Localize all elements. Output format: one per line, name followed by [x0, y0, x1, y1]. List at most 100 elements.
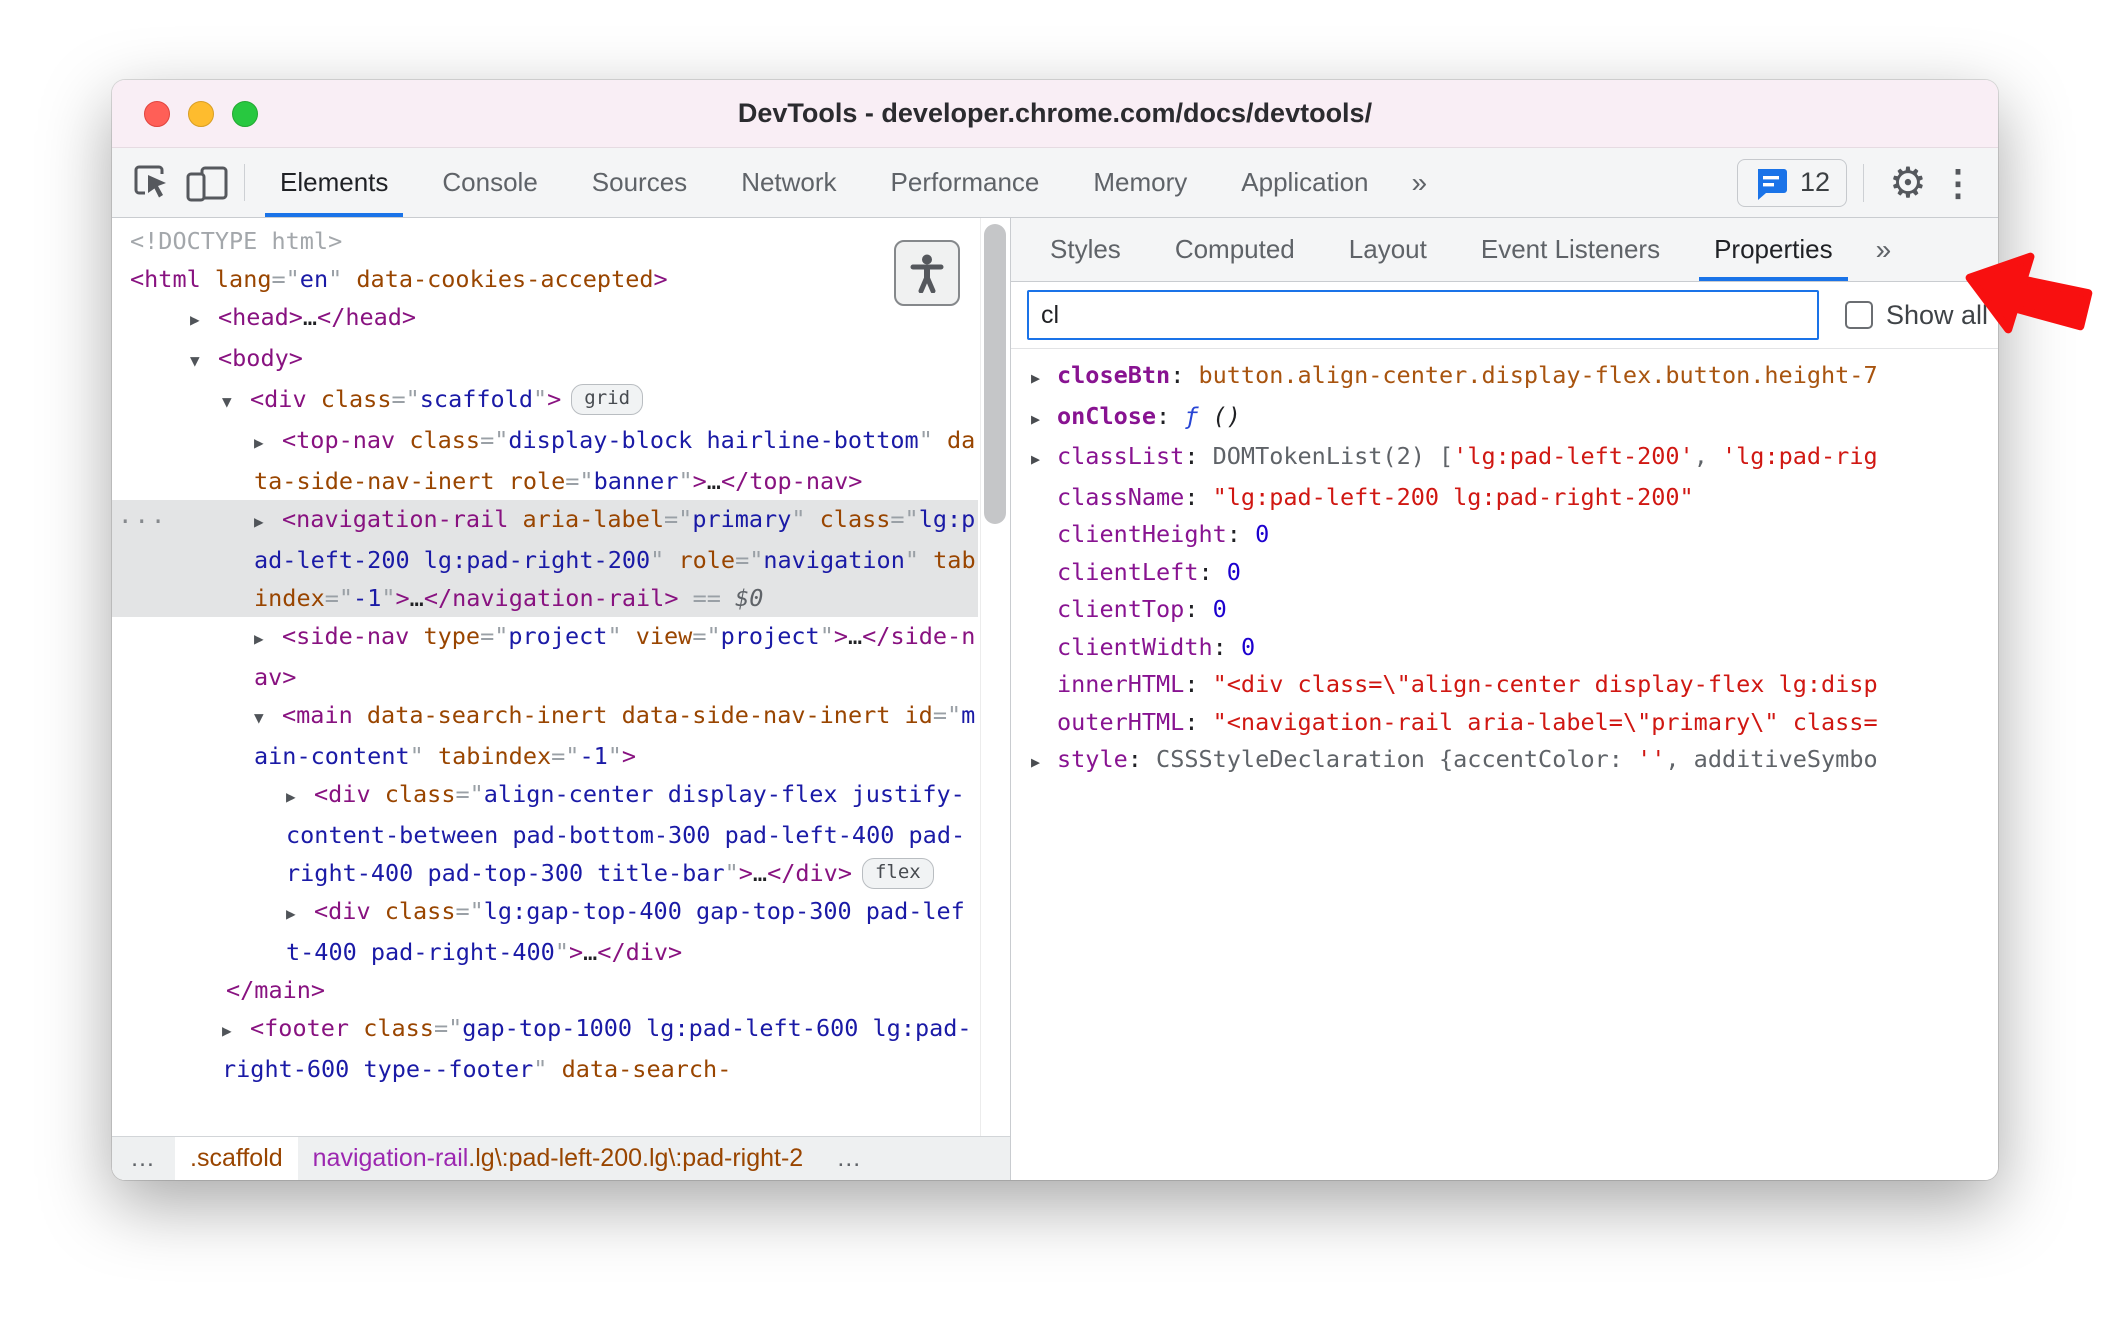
close-window-button[interactable]: [144, 100, 170, 127]
tab-application[interactable]: Application: [1214, 148, 1395, 217]
expander-icon[interactable]: ▶: [254, 620, 282, 658]
property-value: 'lg:pad-rig: [1722, 442, 1878, 470]
breadcrumb-overflow[interactable]: …: [112, 1137, 175, 1180]
dom-node[interactable]: ▼ <main data-search-inert data-side-nav-i…: [112, 696, 978, 775]
expander-icon[interactable]: ▶: [254, 503, 282, 541]
dom-node[interactable]: ▶ <side-nav type="project" view="project"…: [112, 617, 978, 696]
property-row[interactable]: ▶ onClose: ƒ (): [1011, 398, 1998, 439]
device-toolbar-icon[interactable]: [180, 148, 236, 217]
property-row[interactable]: ▶ classList: DOMTokenList(2) ['lg:pad-lef…: [1011, 438, 1998, 479]
accessibility-icon: [910, 254, 944, 293]
accessibility-button[interactable]: [894, 240, 960, 306]
inspect-element-icon[interactable]: [124, 148, 180, 217]
expander-icon[interactable]: ▶: [254, 424, 282, 462]
tab-performance[interactable]: Performance: [864, 148, 1067, 217]
property-row[interactable]: clientTop: 0: [1011, 591, 1998, 629]
show-all-checkbox[interactable]: [1845, 301, 1873, 329]
property-value: "<div class=\"align-center display-flex …: [1212, 670, 1878, 698]
property-row[interactable]: innerHTML: "<div class=\"align-center di…: [1011, 666, 1998, 704]
dom-node[interactable]: ▶... <navigation-rail aria-label="primary…: [112, 500, 978, 617]
more-panels-chevron[interactable]: »: [1396, 148, 1444, 217]
issues-message-icon: [1757, 168, 1787, 200]
expander-icon[interactable]: ▼: [190, 342, 218, 380]
layout-badge[interactable]: grid: [571, 384, 644, 415]
sidebar-tabs: Styles Computed Layout Event Listeners Prope…: [1011, 218, 1998, 282]
dom-node[interactable]: ▶ <head>…</head>: [112, 298, 978, 339]
property-row[interactable]: outerHTML: "<navigation-rail aria-label=…: [1011, 704, 1998, 742]
property-value: CSSStyleDeclaration {accentColor:: [1156, 745, 1638, 773]
expander-icon[interactable]: ▶: [1031, 401, 1057, 439]
sidebar-tab-styles[interactable]: Styles: [1023, 218, 1148, 281]
property-value: '': [1637, 745, 1666, 773]
breadcrumb-overflow[interactable]: …: [818, 1137, 881, 1180]
expander-icon[interactable]: ▶: [1031, 441, 1057, 479]
dom-node[interactable]: ▶ <top-nav class="display-block hairline-…: [112, 421, 978, 500]
tab-network[interactable]: Network: [714, 148, 863, 217]
gear-icon[interactable]: ⚙: [1880, 161, 1936, 204]
tab-sources[interactable]: Sources: [565, 148, 714, 217]
property-value: 0: [1255, 520, 1270, 548]
dom-node[interactable]: ▶ <div class="lg:gap-top-400 gap-top-300 …: [112, 892, 978, 971]
dom-node[interactable]: </main>: [112, 971, 978, 1009]
kebab-menu-icon[interactable]: ⋮: [1936, 162, 1980, 204]
breadcrumb-item[interactable]: .scaffold: [175, 1137, 298, 1180]
property-row[interactable]: className: "lg:pad-left-200 lg:pad-right…: [1011, 479, 1998, 517]
property-row[interactable]: ▶ style: CSSStyleDeclaration {accentColor…: [1011, 741, 1998, 782]
property-row[interactable]: ▶ closeBtn: button.align-center.display-f…: [1011, 357, 1998, 398]
node-menu-dots[interactable]: ...: [118, 496, 167, 534]
tab-console[interactable]: Console: [415, 148, 564, 217]
sidebar-tab-properties[interactable]: Properties: [1687, 218, 1860, 281]
elements-tree-panel: <!DOCTYPE html> <html lang="en" data-cook…: [112, 218, 1010, 1180]
dom-node[interactable]: <html lang="en" data-cookies-accepted>: [112, 260, 978, 298]
expander-icon[interactable]: ▼: [222, 383, 250, 421]
dom-node[interactable]: <!DOCTYPE html>: [112, 222, 978, 260]
property-value: ,: [1693, 442, 1722, 470]
property-value: (): [1198, 401, 1241, 430]
zoom-window-button[interactable]: [232, 100, 258, 127]
issues-counter-button[interactable]: 12: [1736, 158, 1847, 207]
layout-badge[interactable]: flex: [861, 858, 934, 889]
property-row[interactable]: clientWidth: 0: [1011, 629, 1998, 667]
property-value: "lg:pad-left-200 lg:pad-right-200": [1212, 482, 1694, 511]
property-value: 0: [1226, 557, 1241, 586]
toolbar-separator: [244, 164, 245, 201]
property-value: button.align-center.display-flex.button.…: [1198, 361, 1878, 389]
sidebar-tab-computed[interactable]: Computed: [1148, 218, 1322, 281]
expander-icon[interactable]: ▶: [222, 1012, 250, 1050]
expander-icon[interactable]: ▶: [1031, 360, 1057, 398]
dom-node[interactable]: ▶ <footer class="gap-top-1000 lg:pad-left…: [112, 1009, 978, 1088]
tab-elements[interactable]: Elements: [253, 148, 415, 217]
expander-icon[interactable]: ▶: [286, 778, 314, 816]
property-value: 'lg:pad-left-200': [1453, 442, 1694, 470]
breadcrumb: … .scaffold navigation-rail .lg\:pad-left-2…: [112, 1136, 1010, 1180]
property-value: 0: [1212, 595, 1227, 623]
expander-icon[interactable]: ▼: [254, 699, 282, 737]
panel-tabs: Elements Console Sources Network Performance…: [253, 148, 1396, 217]
expander-icon[interactable]: ▶: [1031, 744, 1057, 782]
dom-scrollbar-thumb[interactable]: [984, 224, 1006, 524]
sidebar-tab-layout[interactable]: Layout: [1322, 218, 1454, 281]
expander-icon[interactable]: ▶: [190, 301, 218, 339]
tab-memory[interactable]: Memory: [1066, 148, 1214, 217]
more-sidebar-tabs-chevron[interactable]: »: [1860, 218, 1908, 281]
dom-node[interactable]: ▶ <div class="align-center display-flex j…: [112, 775, 978, 892]
property-value: , additiveSymbo: [1665, 745, 1878, 773]
property-name: classList: [1057, 442, 1185, 470]
expander-icon[interactable]: ▶: [286, 895, 314, 933]
sidebar-tab-event-listeners[interactable]: Event Listeners: [1454, 218, 1687, 281]
property-value: "<navigation-rail aria-label=\"primary\"…: [1212, 707, 1878, 736]
property-row[interactable]: clientHeight: 0: [1011, 516, 1998, 554]
breadcrumb-item[interactable]: navigation-rail .lg\:pad-left-200.lg\:pad…: [298, 1137, 819, 1180]
minimize-window-button[interactable]: [188, 100, 214, 127]
property-name: clientLeft: [1057, 557, 1199, 586]
property-row[interactable]: clientLeft: 0: [1011, 554, 1998, 592]
property-value: DOMTokenList(2) [: [1212, 442, 1454, 470]
property-name: clientHeight: [1057, 520, 1227, 548]
dom-node[interactable]: ▼ <div class="scaffold"> grid: [112, 380, 978, 421]
dom-scrollbar[interactable]: [980, 218, 1010, 1136]
window-title: DevTools - developer.chrome.com/docs/dev…: [737, 98, 1373, 128]
sidebar-pane: Styles Computed Layout Event Listeners Prope…: [1011, 218, 1998, 1180]
dom-node[interactable]: ▼ <body>: [112, 339, 978, 380]
properties-filter-input[interactable]: [1027, 290, 1819, 340]
filter-row: Show all: [1011, 282, 1998, 349]
